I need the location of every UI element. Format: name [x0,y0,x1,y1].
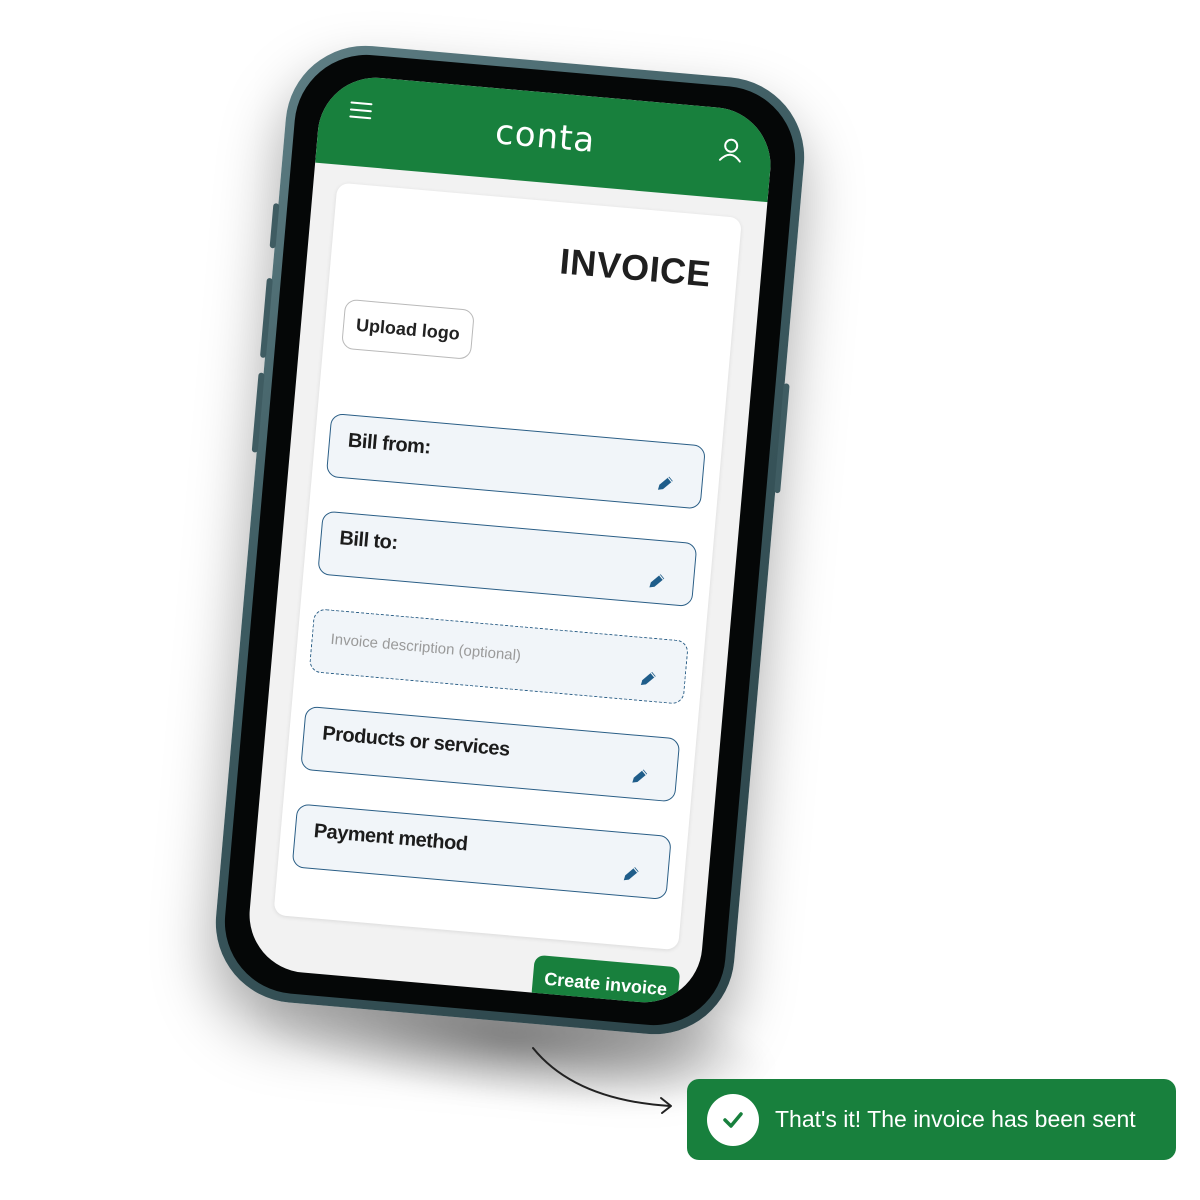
upload-logo-button[interactable]: Upload logo [341,298,475,360]
phone-mockup: conta INVOICE Upload logo Bill from: Bil… [209,39,811,1041]
app-screen: conta INVOICE Upload logo Bill from: Bil… [244,72,776,1008]
bill-to-field[interactable]: Bill to: [317,510,698,608]
payment-method-field[interactable]: Payment method [291,803,672,900]
field-label: Bill from: [347,429,432,459]
pencil-icon[interactable] [646,570,668,592]
success-toast: That's it! The invoice has been sent [687,1079,1176,1160]
app-header: conta [315,72,776,203]
phone-frame: conta INVOICE Upload logo Bill from: Bil… [209,39,811,1041]
pencil-icon[interactable] [655,473,677,495]
create-invoice-button[interactable]: Create invoice [530,954,681,1008]
invoice-card: INVOICE Upload logo Bill from: Bill to: [273,182,742,951]
phone-side-button [251,372,265,453]
phone-side-button [259,277,273,359]
bill-from-field[interactable]: Bill from: [325,412,706,510]
toast-message: That's it! The invoice has been sent [775,1106,1136,1132]
invoice-title: INVOICE [558,240,713,295]
pencil-icon[interactable] [629,765,651,787]
conta-logo: conta [493,112,597,161]
arrow-icon [532,1047,672,1114]
field-label: Bill to: [338,527,399,555]
field-label: Payment method [312,820,469,856]
field-placeholder: Invoice description (optional) [329,630,522,665]
field-label: Products or services [321,722,511,761]
phone-bezel: conta INVOICE Upload logo Bill from: Bil… [218,48,802,1032]
phone-side-button [774,383,790,494]
user-icon[interactable] [717,136,745,164]
products-or-services-field[interactable]: Products or services [300,705,681,803]
invoice-description-field[interactable]: Invoice description (optional) [308,608,689,705]
check-circle-icon [707,1093,759,1146]
pencil-icon[interactable] [621,863,643,885]
phone-side-button [269,203,280,249]
pencil-icon[interactable] [638,668,660,690]
